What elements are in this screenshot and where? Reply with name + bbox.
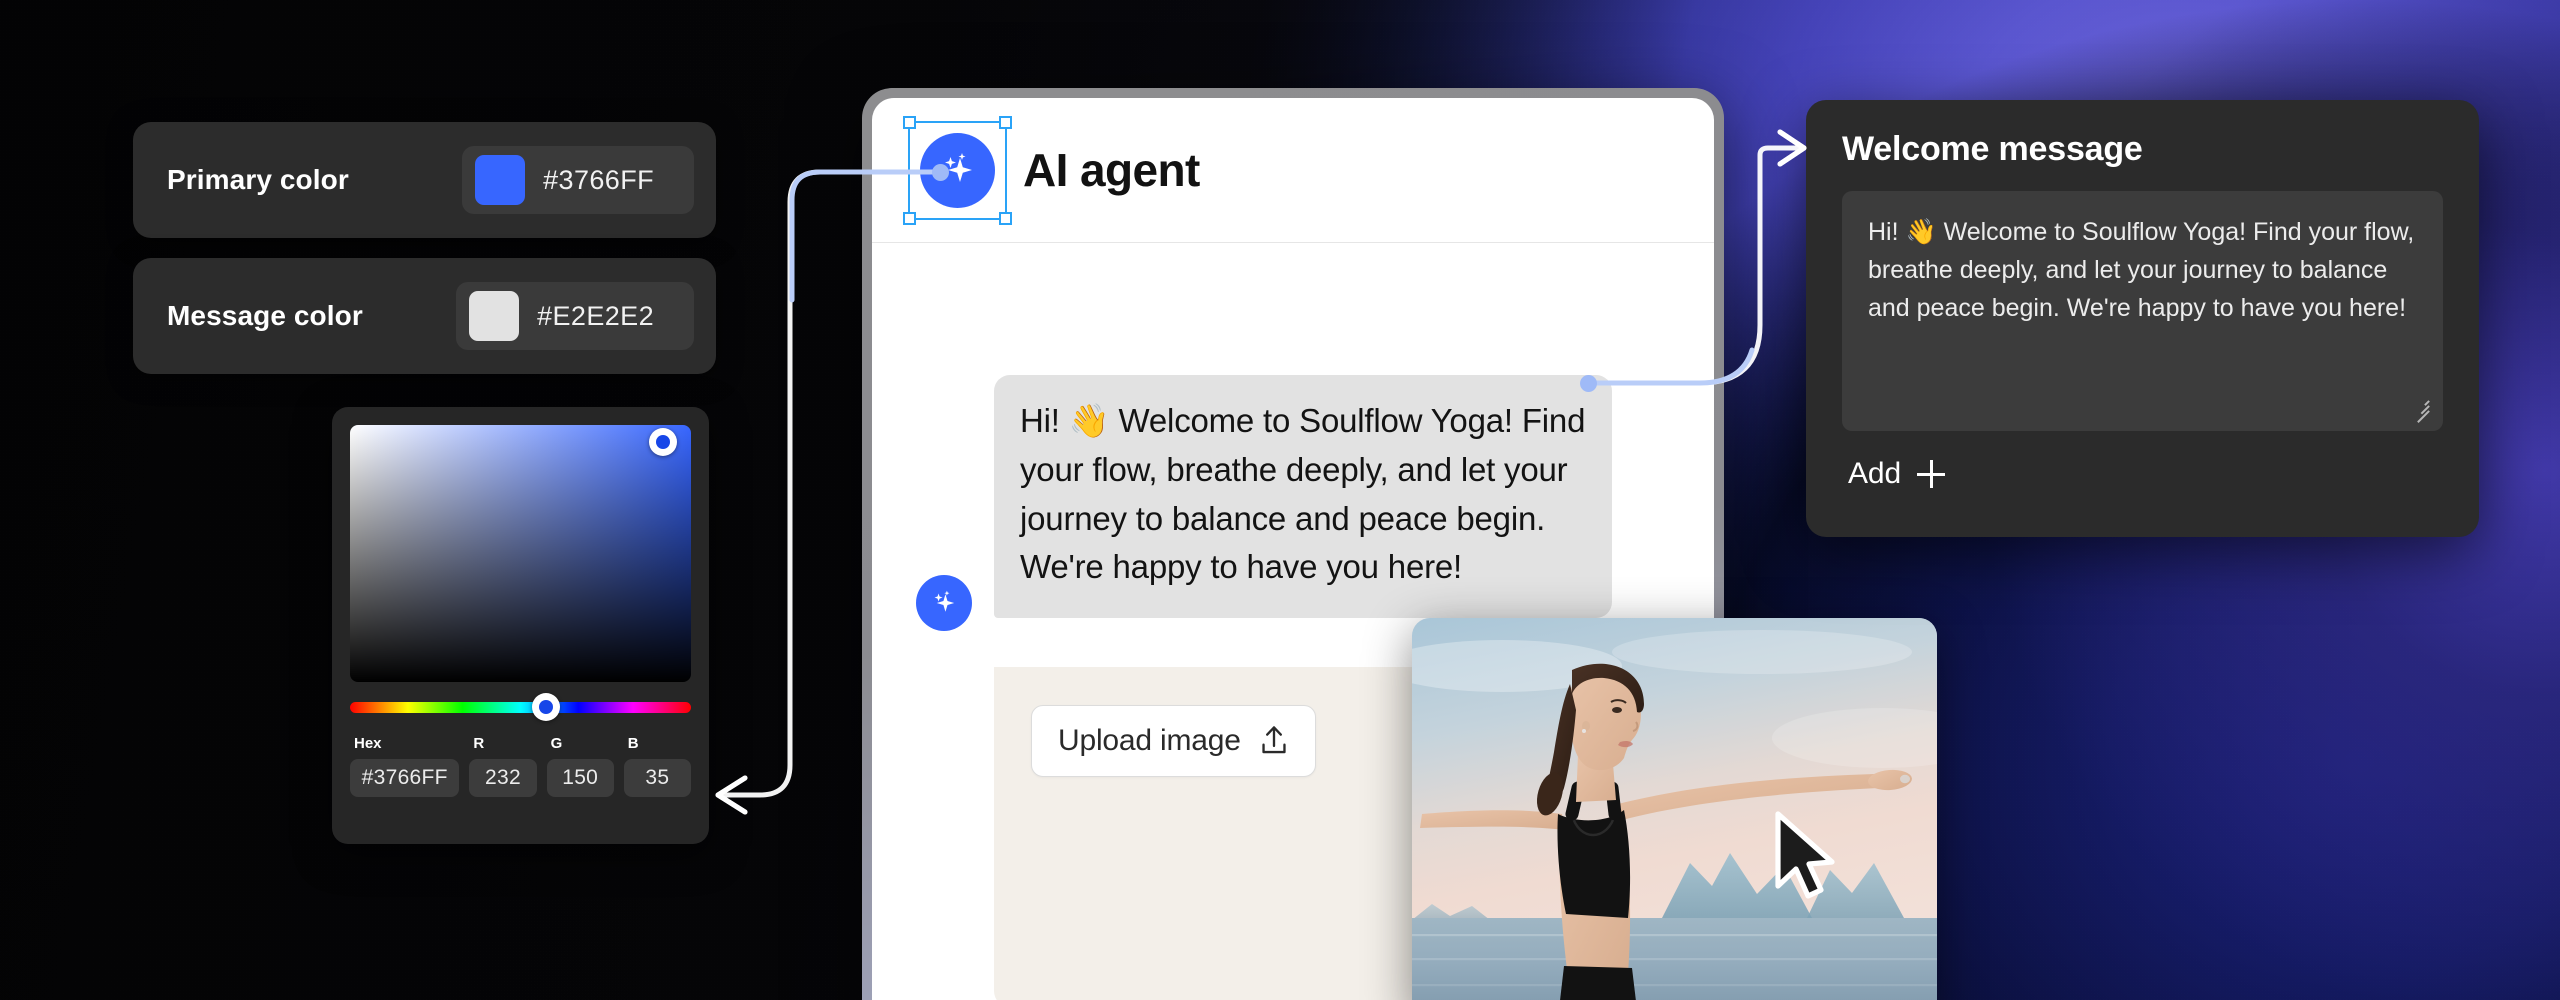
- uploaded-photo-card[interactable]: [1412, 618, 1937, 1000]
- green-field-group: G 150: [546, 735, 614, 797]
- red-field-label: R: [473, 735, 485, 752]
- hue-slider[interactable]: [350, 693, 691, 721]
- primary-color-field[interactable]: #3766FF: [462, 146, 694, 214]
- upload-icon: [1262, 726, 1286, 754]
- chat-title: AI agent: [1023, 144, 1200, 196]
- message-avatar: [916, 575, 972, 631]
- sparkle-icon: [934, 590, 955, 612]
- primary-color-row[interactable]: Primary color #3766FF: [133, 122, 716, 238]
- red-input[interactable]: 232: [469, 759, 537, 797]
- selection-handle-top-right[interactable]: [999, 115, 1012, 129]
- selection-handle-bottom-right[interactable]: [999, 211, 1012, 225]
- add-message-button[interactable]: Add: [1848, 457, 1946, 491]
- welcome-message-title: Welcome message: [1842, 130, 2143, 168]
- message-color-row[interactable]: Message color #E2E2E2: [133, 258, 716, 374]
- blue-field-group: B 35: [623, 735, 691, 797]
- saturation-value-area[interactable]: [350, 425, 691, 682]
- welcome-message-textarea[interactable]: Hi! 👋 Welcome to Soulflow Yoga! Find you…: [1842, 191, 2443, 431]
- hex-input[interactable]: #3766FF: [350, 759, 460, 797]
- plus-icon: [1917, 460, 1946, 488]
- primary-color-label: Primary color: [167, 164, 349, 195]
- message-color-field[interactable]: #E2E2E2: [456, 282, 694, 350]
- upload-image-label: Upload image: [1058, 724, 1241, 757]
- add-message-label: Add: [1848, 457, 1902, 490]
- primary-color-swatch[interactable]: [475, 155, 526, 205]
- red-field-group: R 232: [469, 735, 537, 797]
- connector-anchor-avatar[interactable]: [932, 164, 949, 181]
- upload-image-button[interactable]: Upload image: [1031, 705, 1316, 777]
- message-color-swatch[interactable]: [469, 291, 520, 341]
- yoga-photo: [1412, 618, 1937, 1000]
- saturation-value-handle[interactable]: [649, 428, 677, 456]
- canvas-stage: Primary color #3766FF Message color #E2E…: [0, 0, 2560, 1000]
- message-color-hex-value: #E2E2E2: [537, 300, 654, 331]
- primary-color-hex-value: #3766FF: [543, 164, 654, 195]
- hex-field-group: Hex #3766FF: [350, 735, 460, 797]
- connector-anchor-message[interactable]: [1580, 375, 1597, 392]
- blue-field-label: B: [627, 735, 639, 752]
- green-input[interactable]: 150: [546, 759, 614, 797]
- blue-input[interactable]: 35: [623, 759, 691, 797]
- selection-handle-bottom-left[interactable]: [903, 211, 916, 225]
- hex-field-label: Hex: [354, 735, 382, 752]
- welcome-message-panel: Welcome message Hi! 👋 Welcome to Soulflo…: [1806, 100, 2479, 537]
- color-picker-panel[interactable]: Hex #3766FF R 232 G 150 B 35: [332, 407, 709, 844]
- color-value-fields: Hex #3766FF R 232 G 150 B 35: [350, 735, 691, 797]
- message-color-label: Message color: [167, 300, 363, 331]
- selection-handle-top-left[interactable]: [903, 115, 916, 129]
- green-field-label: G: [550, 735, 563, 752]
- chat-message-bubble: Hi! 👋 Welcome to Soulflow Yoga! Find you…: [994, 375, 1612, 619]
- hue-slider-handle[interactable]: [532, 693, 560, 721]
- chat-header: AI agent: [872, 98, 1714, 243]
